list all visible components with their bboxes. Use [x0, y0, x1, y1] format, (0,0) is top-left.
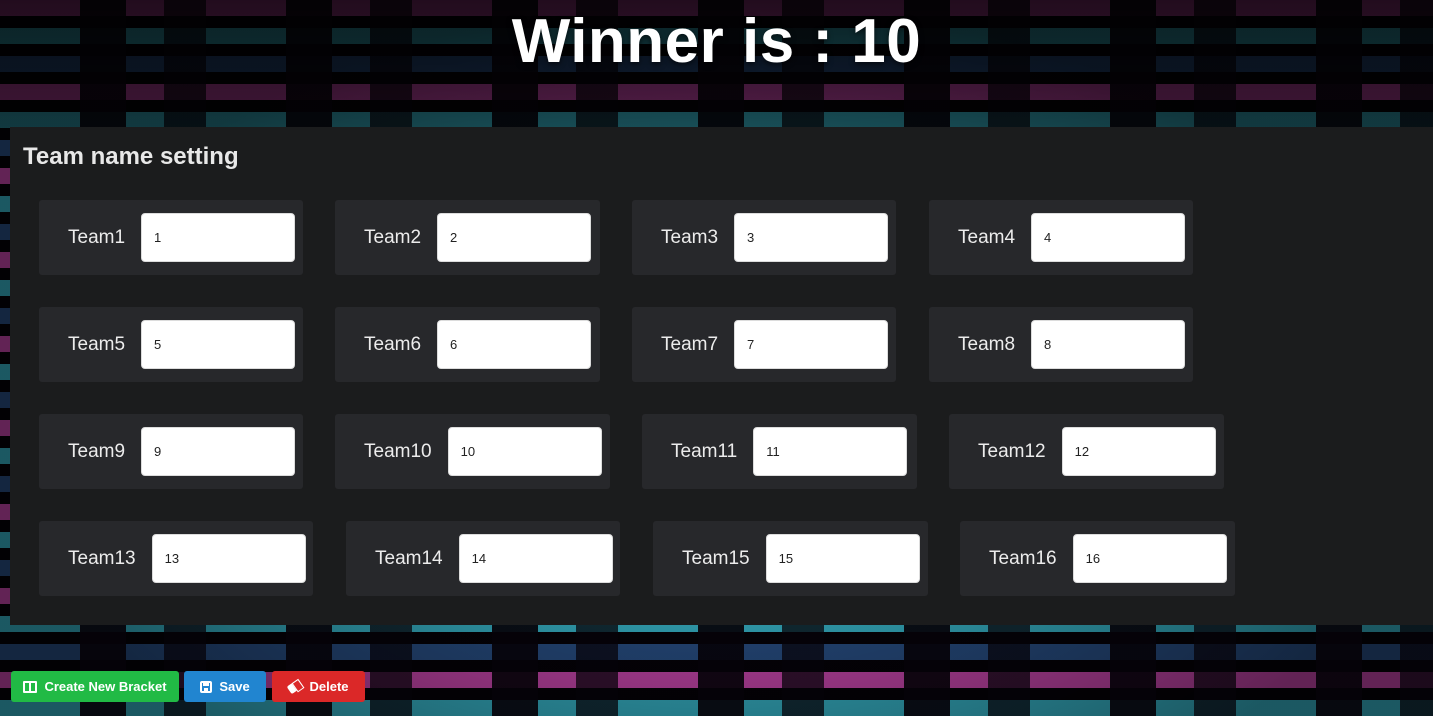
create-button-label: Create New Bracket — [44, 679, 167, 694]
team-name-input[interactable] — [141, 427, 296, 476]
team-name-input[interactable] — [1031, 213, 1186, 262]
team-name-input[interactable] — [753, 427, 908, 476]
team-card-11: Team11 — [642, 414, 917, 489]
team-card-4: Team4 — [929, 200, 1193, 275]
create-new-bracket-button[interactable]: Create New Bracket — [11, 671, 179, 702]
team-label: Team14 — [375, 547, 443, 569]
team-name-input[interactable] — [437, 213, 592, 262]
team-name-input[interactable] — [765, 534, 920, 583]
team-label: Team4 — [958, 226, 1016, 248]
team-label: Team1 — [68, 226, 126, 248]
save-button-label: Save — [219, 679, 250, 694]
delete-button[interactable]: Delete — [272, 671, 365, 702]
team-name-input[interactable] — [1031, 320, 1186, 369]
save-icon — [200, 680, 213, 693]
team-name-input[interactable] — [141, 213, 296, 262]
team-card-15: Team15 — [653, 521, 928, 596]
team-card-3: Team3 — [632, 200, 896, 275]
team-label: Team8 — [958, 333, 1016, 355]
team-label: Team7 — [661, 333, 719, 355]
team-name-panel: Team name setting Team1 Team2 Team3 Team… — [10, 127, 1433, 625]
team-card-1: Team1 — [39, 200, 303, 275]
team-label: Team15 — [682, 547, 750, 569]
team-label: Team2 — [364, 226, 422, 248]
team-card-12: Team12 — [949, 414, 1224, 489]
team-card-16: Team16 — [960, 521, 1235, 596]
team-label: Team10 — [364, 440, 432, 462]
team-card-5: Team5 — [39, 307, 303, 382]
eraser-icon — [287, 678, 304, 695]
team-label: Team11 — [671, 440, 738, 462]
team-card-13: Team13 — [39, 521, 313, 596]
team-card-8: Team8 — [929, 307, 1193, 382]
team-name-input[interactable] — [734, 320, 889, 369]
panel-title: Team name setting — [23, 143, 239, 170]
team-card-7: Team7 — [632, 307, 896, 382]
team-card-9: Team9 — [39, 414, 303, 489]
team-name-input[interactable] — [447, 427, 602, 476]
team-label: Team9 — [68, 440, 126, 462]
team-name-input[interactable] — [141, 320, 296, 369]
team-card-14: Team14 — [346, 521, 620, 596]
columns-icon — [23, 680, 38, 693]
team-name-input[interactable] — [1072, 534, 1227, 583]
save-button[interactable]: Save — [184, 671, 266, 702]
team-name-input[interactable] — [458, 534, 613, 583]
team-label: Team5 — [68, 333, 126, 355]
team-name-input[interactable] — [437, 320, 592, 369]
team-label: Team13 — [68, 547, 136, 569]
team-name-input[interactable] — [1061, 427, 1216, 476]
team-name-input[interactable] — [151, 534, 306, 583]
team-label: Team3 — [661, 226, 719, 248]
team-card-6: Team6 — [335, 307, 600, 382]
team-name-input[interactable] — [734, 213, 889, 262]
team-label: Team16 — [989, 547, 1057, 569]
team-label: Team6 — [364, 333, 422, 355]
delete-button-label: Delete — [309, 679, 349, 694]
team-label: Team12 — [978, 440, 1046, 462]
team-card-2: Team2 — [335, 200, 600, 275]
team-card-10: Team10 — [335, 414, 610, 489]
winner-title: Winner is : 10 — [511, 7, 922, 76]
